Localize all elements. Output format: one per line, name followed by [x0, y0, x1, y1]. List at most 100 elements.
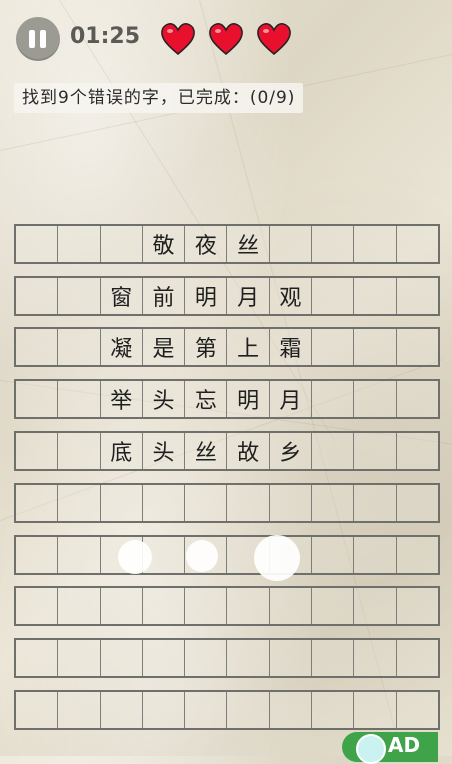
grid-cell	[354, 485, 397, 521]
grid-cell	[354, 640, 397, 676]
grid-cell	[58, 278, 101, 314]
grid-cell	[354, 381, 397, 417]
grid-row	[14, 535, 440, 575]
grid-cell	[143, 588, 186, 624]
grid-cell	[312, 381, 355, 417]
grid-cell	[16, 692, 59, 728]
grid-cell	[354, 433, 397, 469]
grid-cell	[354, 692, 397, 728]
grid-cell	[143, 640, 186, 676]
magnifier-icon	[356, 734, 386, 764]
grid-cell	[16, 226, 59, 262]
grid-cell	[397, 537, 438, 573]
grid-row: 敬夜丝	[14, 224, 440, 264]
grid-cell	[227, 640, 270, 676]
grid-cell[interactable]: 忘	[185, 381, 228, 417]
grid-cell	[354, 226, 397, 262]
grid-cell	[143, 692, 186, 728]
grid-cell	[270, 588, 313, 624]
grid-cell	[185, 640, 228, 676]
grid-cell	[16, 278, 59, 314]
grid-cell	[312, 588, 355, 624]
grid-cell	[227, 692, 270, 728]
grid-cell	[312, 692, 355, 728]
grid-cell	[270, 692, 313, 728]
grid-cell	[397, 329, 438, 365]
hint-dot	[118, 540, 152, 574]
grid-cell	[312, 433, 355, 469]
grid-cell	[101, 588, 143, 624]
grid-cell	[397, 692, 438, 728]
grid-cell	[16, 381, 59, 417]
grid-cell	[312, 485, 355, 521]
grid-cell[interactable]: 丝	[185, 433, 228, 469]
grid-cell[interactable]: 乡	[270, 433, 313, 469]
grid-cell	[397, 278, 438, 314]
grid-row	[14, 483, 440, 523]
grid-cell	[16, 537, 59, 573]
grid-cell[interactable]: 头	[143, 433, 186, 469]
pause-button[interactable]	[16, 17, 60, 61]
grid-cell	[227, 485, 270, 521]
grid-cell	[312, 537, 355, 573]
grid-cell[interactable]: 明	[185, 278, 228, 314]
grid-cell	[312, 329, 355, 365]
grid-row: 凝是第上霜	[14, 327, 440, 367]
grid-cell[interactable]: 月	[227, 278, 270, 314]
grid-row: 底头丝故乡	[14, 431, 440, 471]
grid-cell[interactable]: 第	[185, 329, 228, 365]
grid-cell	[397, 485, 438, 521]
grid-row	[14, 586, 440, 626]
task-instruction: 找到9个错误的字，已完成：(0/9)	[14, 83, 304, 113]
grid-cell	[270, 485, 313, 521]
grid-cell[interactable]: 窗	[101, 278, 143, 314]
grid-cell	[312, 226, 355, 262]
grid-cell	[16, 485, 59, 521]
grid-cell	[397, 226, 438, 262]
grid-cell	[58, 485, 101, 521]
grid-cell	[58, 381, 101, 417]
grid-cell	[270, 226, 313, 262]
grid-cell[interactable]: 夜	[185, 226, 228, 262]
grid-cell	[354, 329, 397, 365]
grid-cell[interactable]: 观	[270, 278, 313, 314]
grid-cell[interactable]: 是	[143, 329, 186, 365]
grid-cell	[354, 278, 397, 314]
heart-icon	[257, 23, 291, 55]
hint-dot	[254, 535, 300, 581]
hint-dot	[186, 540, 218, 572]
grid-cell	[58, 329, 101, 365]
grid-cell[interactable]: 故	[227, 433, 270, 469]
grid-cell[interactable]: 底	[101, 433, 143, 469]
grid-cell[interactable]: 举	[101, 381, 143, 417]
heart-icon	[209, 23, 243, 55]
grid-cell	[16, 588, 59, 624]
grid-cell	[58, 226, 101, 262]
grid-cell	[354, 588, 397, 624]
grid-cell[interactable]: 月	[270, 381, 313, 417]
grid-cell	[185, 692, 228, 728]
grid-cell	[16, 329, 59, 365]
grid-cell[interactable]: 敬	[143, 226, 186, 262]
grid-cell	[185, 588, 228, 624]
grid-cell	[58, 692, 101, 728]
grid-cell	[101, 640, 143, 676]
grid-row: 窗前明月观	[14, 276, 440, 316]
grid-cell[interactable]: 上	[227, 329, 270, 365]
grid-cell[interactable]: 霜	[270, 329, 313, 365]
grid-cell[interactable]: 前	[143, 278, 186, 314]
grid-cell	[312, 278, 355, 314]
grid-cell[interactable]: 丝	[227, 226, 270, 262]
grid-cell	[58, 433, 101, 469]
grid-row	[14, 638, 440, 678]
grid-cell	[58, 588, 101, 624]
pause-icon	[29, 30, 35, 48]
grid-cell	[16, 433, 59, 469]
grid-cell[interactable]: 凝	[101, 329, 143, 365]
heart-icon	[161, 23, 195, 55]
grid-cell[interactable]: 头	[143, 381, 186, 417]
timer: 01:25	[70, 24, 141, 49]
grid-cell	[101, 485, 143, 521]
grid-cell[interactable]: 明	[227, 381, 270, 417]
grid-cell	[58, 537, 101, 573]
